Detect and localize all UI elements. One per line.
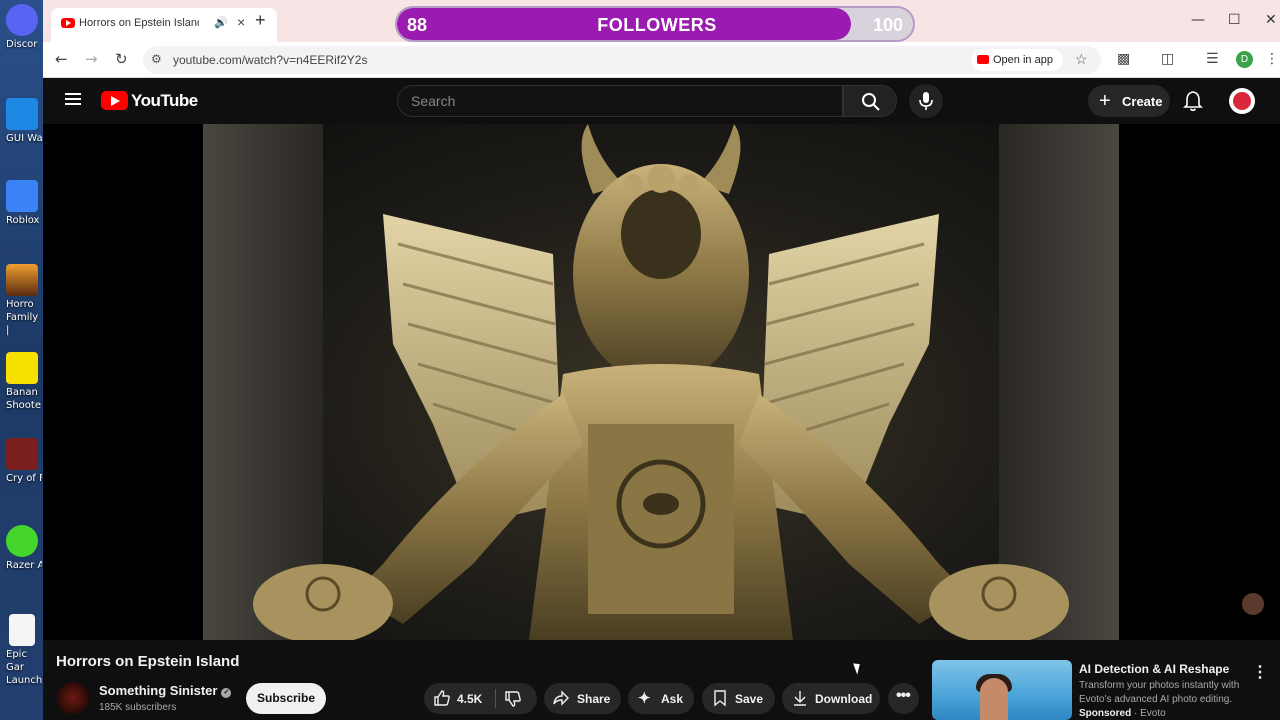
channel-name[interactable]: Something Sinister ✓ [99, 683, 232, 698]
like-divider [495, 689, 496, 708]
share-icon [553, 690, 569, 706]
desktop-icon-horror-family[interactable]: Horro Family | [2, 264, 42, 337]
desktop-icon-banana-shooter[interactable]: Banan Shoote [2, 352, 42, 412]
profile-avatar[interactable]: D [1236, 51, 1253, 68]
subscriber-count: 185K subscribers [99, 702, 177, 713]
followers-goal-widget: 88 FOLLOWERS 100 [395, 6, 915, 42]
bookmark-star-icon[interactable]: ☆ [1075, 51, 1088, 68]
gui-wallet-icon [6, 98, 38, 130]
toolbar: ← → ↻ ⚙ youtube.com/watch?v=n4EERif2Y2s … [43, 42, 1280, 78]
reload-icon[interactable]: ↻ [115, 50, 128, 68]
verified-check-icon: ✓ [221, 688, 232, 698]
speaker-icon[interactable]: 🔊 [214, 16, 228, 29]
subscribe-button[interactable]: Subscribe [246, 683, 326, 714]
download-button[interactable]: Download [782, 683, 880, 714]
forward-icon[interactable]: → [85, 50, 98, 68]
microphone-icon [919, 92, 933, 110]
channel-avatar[interactable] [57, 682, 89, 714]
cast-icon[interactable]: ◫ [1161, 51, 1174, 67]
ad-thumbnail-person [980, 678, 1008, 720]
site-info-icon[interactable]: ⚙ [151, 52, 162, 66]
discord-icon [6, 4, 38, 36]
like-count[interactable]: 4.5K [457, 692, 482, 706]
bookmark-icon [714, 690, 726, 707]
video-title: Horrors on Epstein Island [56, 653, 240, 670]
ad-description: Transform your photos instantly with Evo… [1079, 680, 1240, 705]
epic-games-icon [9, 614, 35, 646]
razer-axon-icon [6, 525, 38, 557]
share-button[interactable]: Share [544, 683, 621, 714]
desktop-icon-roblox[interactable]: Roblox Pl [2, 180, 42, 227]
sponsored-ad[interactable]: AI Detection & AI Reshape Transform your… [932, 660, 1280, 720]
search-icon [862, 93, 880, 111]
thumbs-up-icon[interactable] [433, 689, 451, 707]
save-button[interactable]: Save [702, 683, 775, 714]
thumbs-down-icon[interactable] [504, 690, 522, 708]
sponsored-label: Sponsored [1079, 708, 1132, 719]
followers-label: FOLLOWERS [597, 15, 717, 35]
search-box[interactable] [397, 85, 843, 117]
desktop-icon-epic-games[interactable]: Epic Gar Launch [2, 614, 42, 687]
horror-family-icon [6, 264, 38, 296]
video-frame[interactable] [203, 124, 1119, 640]
account-avatar[interactable] [1229, 88, 1255, 114]
ad-headline[interactable]: AI Detection & AI Reshape [1079, 662, 1229, 676]
video-player[interactable] [43, 124, 1280, 640]
close-window-button[interactable]: ✕ [1265, 12, 1277, 28]
desktop-icon-discord[interactable]: Discor [2, 4, 42, 51]
more-horizontal-icon: ••• [896, 687, 911, 704]
youtube-favicon-icon [61, 18, 75, 28]
ad-advertiser: Evoto [1140, 708, 1166, 719]
youtube-logo-text[interactable]: YouTube [131, 91, 198, 111]
search-input[interactable] [398, 86, 842, 116]
minimize-button[interactable]: — [1191, 12, 1205, 28]
cry-of-fear-icon [6, 438, 38, 470]
new-tab-button[interactable]: + [255, 10, 266, 31]
desktop-icon-gui-wallet[interactable]: GUI Wal [2, 98, 42, 145]
address-bar[interactable]: ⚙ youtube.com/watch?v=n4EERif2Y2s Open i… [143, 46, 1101, 74]
roblox-icon [6, 180, 38, 212]
ad-menu-icon[interactable]: ⋮ [1252, 662, 1268, 682]
ad-sponsor-line: Sponsored · Evoto [1079, 708, 1166, 719]
channel-watermark-icon[interactable] [1242, 593, 1264, 615]
desktop-icon-razer-axon[interactable]: Razer Ax [2, 525, 42, 572]
plus-icon: + [1099, 90, 1111, 112]
extensions-icon[interactable]: ▩ [1117, 51, 1130, 67]
tab-title: Horrors on Epstein Island - YouTube [79, 17, 199, 29]
banana-shooter-icon [6, 352, 38, 384]
mouse-cursor [853, 661, 863, 675]
sparkle-icon: ✦ [638, 690, 651, 707]
media-control-icon[interactable]: ☰ [1206, 51, 1219, 67]
search-button[interactable] [843, 85, 897, 117]
tab-active[interactable]: Horrors on Epstein Island - YouTube 🔊 × [51, 8, 277, 42]
youtube-small-icon [977, 55, 989, 64]
browser-window: Horrors on Epstein Island - YouTube 🔊 × … [43, 0, 1280, 720]
notifications-bell-icon[interactable] [1183, 90, 1203, 112]
like-dislike-group: 4.5K [424, 683, 537, 714]
youtube-logo-icon[interactable] [101, 91, 128, 110]
maximize-button[interactable]: ☐ [1228, 12, 1241, 28]
followers-goal: 100 [872, 15, 903, 35]
golden-idol-statue-image [253, 124, 1069, 640]
desktop-icon-cry-of-fear[interactable]: Cry of Fe [2, 438, 42, 485]
desktop-background: Discor GUI Wal Roblox Pl Horro Family | … [0, 0, 44, 720]
ad-thumbnail[interactable] [932, 660, 1072, 720]
back-icon[interactable]: ← [55, 50, 68, 68]
tab-close-icon[interactable]: × [237, 14, 245, 30]
menu-dots-icon[interactable]: ⋮ [1265, 51, 1279, 67]
open-in-app-button[interactable]: Open in app [971, 49, 1063, 71]
more-actions-button[interactable]: ••• [888, 683, 919, 714]
create-button[interactable]: + Create [1088, 85, 1170, 117]
download-icon [794, 691, 806, 706]
youtube-header: YouTube + Create [43, 78, 1280, 124]
voice-search-button[interactable] [909, 84, 943, 118]
url-text[interactable]: youtube.com/watch?v=n4EERif2Y2s [173, 53, 367, 67]
menu-hamburger-icon[interactable] [65, 93, 81, 105]
ask-button[interactable]: ✦ Ask [628, 683, 694, 714]
